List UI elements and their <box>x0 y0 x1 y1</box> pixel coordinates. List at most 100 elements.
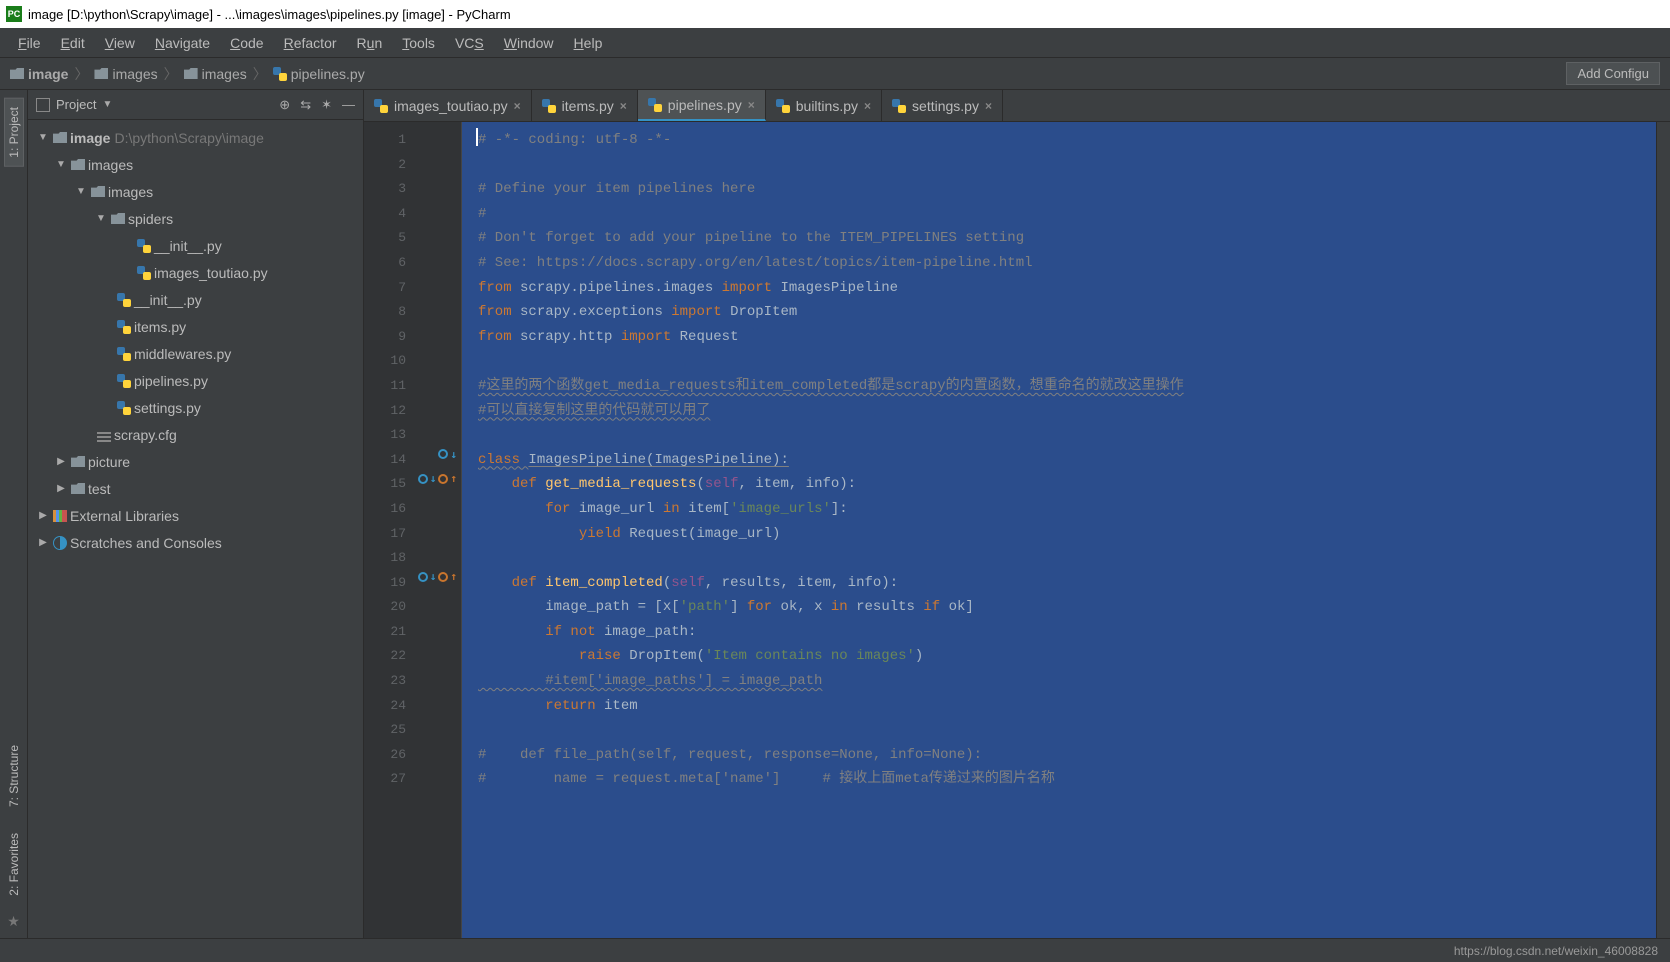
menu-vcs[interactable]: VCS <box>445 35 494 51</box>
locate-icon[interactable]: ⊕ <box>279 97 290 113</box>
menu-view[interactable]: View <box>95 35 145 51</box>
editor-tab[interactable]: settings.py× <box>882 90 1003 121</box>
menu-refactor[interactable]: Refactor <box>274 35 347 51</box>
folder-icon <box>71 483 85 494</box>
menu-edit[interactable]: Edit <box>51 35 95 51</box>
project-tree[interactable]: ▼imageD:\python\Scrapy\image ▼images ▼im… <box>28 120 363 938</box>
folder-icon <box>71 456 85 467</box>
tree-item-file[interactable]: __init__.py <box>28 286 363 313</box>
override-up-icon[interactable] <box>438 572 448 582</box>
tree-item-file[interactable]: pipelines.py <box>28 367 363 394</box>
python-file-icon <box>117 374 131 388</box>
hide-icon[interactable]: — <box>342 97 355 112</box>
add-configuration-button[interactable]: Add Configu <box>1566 62 1660 85</box>
code-editor[interactable]: # -*- coding: utf-8 -*- # Define your it… <box>476 122 1656 938</box>
folder-icon <box>53 132 67 143</box>
tree-item-external-libs[interactable]: ▶External Libraries <box>28 502 363 529</box>
tool-tab-favorites[interactable]: 2: Favorites <box>4 824 24 905</box>
tree-item-folder[interactable]: ▼images <box>28 178 363 205</box>
project-panel-title: Project <box>56 97 96 112</box>
project-scope-icon[interactable] <box>36 98 50 112</box>
menu-file[interactable]: File <box>8 35 51 51</box>
tree-item-folder[interactable]: ▶picture <box>28 448 363 475</box>
tool-tab-project[interactable]: 1: Project <box>4 98 24 167</box>
python-file-icon <box>117 347 131 361</box>
breadcrumb-item[interactable]: images <box>94 66 157 82</box>
tree-item-folder[interactable]: ▼spiders <box>28 205 363 232</box>
titlebar: PC image [D:\python\Scrapy\image] - ...\… <box>0 0 1670 28</box>
pycharm-icon: PC <box>6 6 22 22</box>
watermark-text: https://blog.csdn.net/weixin_46008828 <box>1454 944 1658 958</box>
tree-item-scratches[interactable]: ▶Scratches and Consoles <box>28 529 363 556</box>
editor-tab[interactable]: images_toutiao.py× <box>364 90 532 121</box>
tool-tab-structure[interactable]: 7: Structure <box>4 736 24 816</box>
close-icon[interactable]: × <box>514 99 521 113</box>
chevron-right-icon: 〉 <box>164 64 178 84</box>
tree-item-file[interactable]: scrapy.cfg <box>28 421 363 448</box>
project-panel-header: Project ▼ ⊕ ⇆ ✶ — <box>28 90 363 120</box>
override-down-icon[interactable] <box>438 449 448 459</box>
scrollbar-overview[interactable] <box>1656 122 1670 938</box>
editor-tab[interactable]: items.py× <box>532 90 638 121</box>
editor-tabs: images_toutiao.py× items.py× pipelines.p… <box>364 90 1670 122</box>
breadcrumb-item[interactable]: images <box>184 66 247 82</box>
tree-item-file[interactable]: middlewares.py <box>28 340 363 367</box>
tree-item-folder[interactable]: ▶test <box>28 475 363 502</box>
breadcrumb-item[interactable]: pipelines.py <box>273 66 365 82</box>
tree-item-folder[interactable]: ▼images <box>28 151 363 178</box>
close-icon[interactable]: × <box>620 99 627 113</box>
tree-item-file[interactable]: __init__.py <box>28 232 363 259</box>
close-icon[interactable]: × <box>864 99 871 113</box>
menu-navigate[interactable]: Navigate <box>145 35 220 51</box>
menu-help[interactable]: Help <box>564 35 613 51</box>
python-file-icon <box>117 293 131 307</box>
python-file-icon <box>648 98 662 112</box>
editor-tab[interactable]: builtins.py× <box>766 90 882 121</box>
project-panel: Project ▼ ⊕ ⇆ ✶ — ▼imageD:\python\Scrapy… <box>28 90 364 938</box>
gear-icon[interactable]: ✶ <box>321 97 332 113</box>
menubar: File Edit View Navigate Code Refactor Ru… <box>0 28 1670 58</box>
editor-tab[interactable]: pipelines.py× <box>638 90 766 121</box>
editor-body: 1234567891011121314151617181920212223242… <box>364 122 1670 938</box>
tree-item-file[interactable]: settings.py <box>28 394 363 421</box>
editor-area: images_toutiao.py× items.py× pipelines.p… <box>364 90 1670 938</box>
close-icon[interactable]: × <box>748 98 755 112</box>
breadcrumb: image 〉 images 〉 images 〉 pipelines.py <box>10 64 365 84</box>
menu-window[interactable]: Window <box>494 35 564 51</box>
python-file-icon <box>374 99 388 113</box>
menu-run[interactable]: Run <box>347 35 393 51</box>
window-title: image [D:\python\Scrapy\image] - ...\ima… <box>28 7 511 22</box>
override-up-icon[interactable] <box>438 474 448 484</box>
tree-item-file[interactable]: images_toutiao.py <box>28 259 363 286</box>
marker-gutter: ↓ ↓↑ ↓↑ <box>414 122 462 938</box>
text-cursor <box>476 128 478 146</box>
dropdown-caret-icon[interactable]: ▼ <box>102 99 112 110</box>
override-down-icon[interactable] <box>418 572 428 582</box>
statusbar: https://blog.csdn.net/weixin_46008828 <box>0 938 1670 962</box>
folder-icon <box>111 213 125 224</box>
scratches-icon <box>53 536 67 550</box>
folder-icon <box>94 68 108 79</box>
libraries-icon <box>53 510 67 522</box>
close-icon[interactable]: × <box>985 99 992 113</box>
star-icon: ★ <box>7 913 20 938</box>
tree-item-root[interactable]: ▼imageD:\python\Scrapy\image <box>28 124 363 151</box>
left-tool-gutter: 1: Project 7: Structure 2: Favorites ★ <box>0 90 28 938</box>
chevron-right-icon: 〉 <box>253 64 267 84</box>
collapse-icon[interactable]: ⇆ <box>300 97 311 113</box>
chevron-right-icon: 〉 <box>74 64 88 84</box>
navbar: image 〉 images 〉 images 〉 pipelines.py A… <box>0 58 1670 90</box>
python-file-icon <box>892 99 906 113</box>
config-file-icon <box>97 436 111 438</box>
main: 1: Project 7: Structure 2: Favorites ★ P… <box>0 90 1670 938</box>
python-file-icon <box>542 99 556 113</box>
menu-tools[interactable]: Tools <box>392 35 445 51</box>
folder-icon <box>10 68 24 79</box>
menu-code[interactable]: Code <box>220 35 273 51</box>
python-file-icon <box>273 67 287 81</box>
fold-gutter[interactable] <box>462 122 476 938</box>
breadcrumb-item[interactable]: image <box>10 66 68 82</box>
python-file-icon <box>137 239 151 253</box>
override-down-icon[interactable] <box>418 474 428 484</box>
tree-item-file[interactable]: items.py <box>28 313 363 340</box>
